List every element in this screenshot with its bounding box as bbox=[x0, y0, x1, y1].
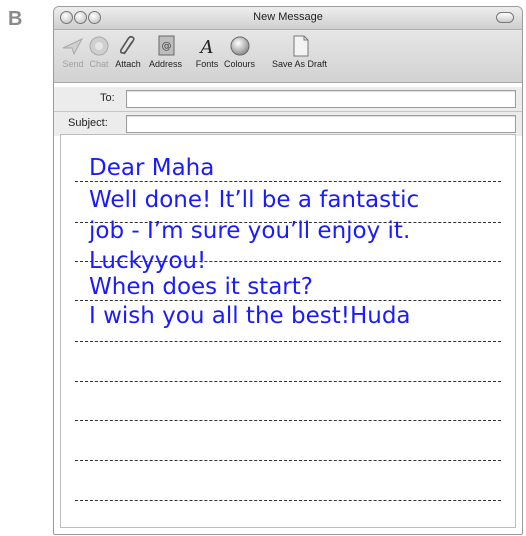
send-button[interactable]: Send bbox=[60, 34, 86, 69]
subject-row: Subject: bbox=[54, 112, 522, 136]
fonts-icon: A bbox=[199, 37, 214, 58]
to-label: To: bbox=[100, 92, 115, 104]
svg-text:A: A bbox=[199, 37, 214, 58]
chat-label: Chat bbox=[89, 59, 109, 69]
message-line: job - I’m sure you’ll enjoy it. bbox=[89, 218, 411, 244]
message-line: I wish you all the best!Huda bbox=[89, 303, 411, 329]
send-label: Send bbox=[62, 59, 84, 69]
address-label: Address bbox=[149, 59, 183, 69]
fonts-label: Fonts bbox=[195, 59, 219, 69]
writing-line bbox=[75, 381, 501, 382]
save-draft-icon bbox=[293, 35, 309, 57]
chat-button[interactable]: Chat bbox=[86, 34, 112, 69]
save-as-draft-label: Save As Draft bbox=[272, 59, 328, 69]
paperclip-icon bbox=[119, 35, 135, 55]
subject-label: Subject: bbox=[68, 117, 108, 129]
writing-line bbox=[75, 420, 501, 421]
writing-line bbox=[75, 341, 501, 342]
section-letter: B bbox=[8, 8, 23, 30]
svg-text:@: @ bbox=[161, 41, 171, 52]
to-row: To: bbox=[54, 87, 522, 111]
colours-icon bbox=[230, 36, 249, 56]
writing-line bbox=[75, 181, 501, 182]
to-field[interactable] bbox=[126, 90, 516, 108]
colours-button[interactable]: Colours bbox=[224, 34, 255, 69]
message-line: Luckyyou! bbox=[89, 248, 207, 274]
message-line: Dear Maha bbox=[89, 155, 215, 181]
send-icon bbox=[62, 37, 84, 56]
address-button[interactable]: @ Address bbox=[149, 34, 182, 69]
message-body[interactable]: Dear Maha Well done! It’ll be a fantasti… bbox=[60, 134, 516, 528]
writing-line bbox=[75, 460, 501, 461]
attach-button[interactable]: Attach bbox=[115, 34, 141, 69]
title-bar: New Message bbox=[54, 7, 522, 30]
chat-icon bbox=[89, 36, 109, 56]
new-message-window: New Message Send Chat Attach @ Address A… bbox=[53, 6, 523, 535]
attach-label: Attach bbox=[115, 59, 141, 69]
fonts-button[interactable]: A Fonts bbox=[194, 34, 220, 69]
save-as-draft-button[interactable]: Save As Draft bbox=[272, 34, 327, 69]
writing-line bbox=[75, 300, 501, 301]
toolbar-toggle-button[interactable] bbox=[496, 12, 514, 23]
message-line: When does it start? bbox=[89, 274, 313, 300]
address-book-icon: @ bbox=[158, 35, 175, 56]
toolbar: Send Chat Attach @ Address A Fonts Colou… bbox=[54, 30, 522, 83]
message-line: Well done! It’ll be a fantastic bbox=[89, 187, 420, 213]
colours-label: Colours bbox=[224, 59, 256, 69]
window-title: New Message bbox=[253, 11, 323, 23]
subject-field[interactable] bbox=[126, 115, 516, 133]
writing-line bbox=[75, 500, 501, 501]
